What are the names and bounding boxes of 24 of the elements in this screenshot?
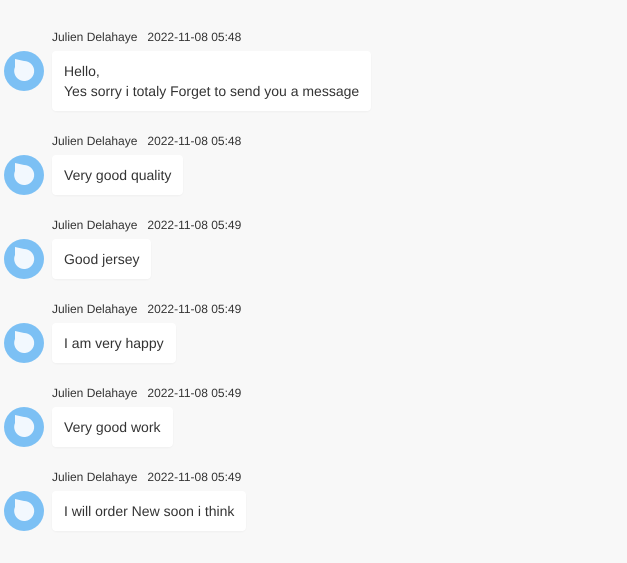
message-bubble: I am very happy (52, 323, 176, 363)
avatar-icon (4, 491, 44, 531)
message-time: 2022-11-08 05:48 (147, 29, 242, 45)
avatar-icon (4, 51, 44, 91)
message-time: 2022-11-08 05:49 (147, 469, 242, 485)
message-time: 2022-11-08 05:49 (147, 385, 242, 401)
sender-name: Julien Delahaye (52, 133, 138, 149)
sender-name: Julien Delahaye (52, 301, 138, 317)
message-bubble: Hello, Yes sorry i totaly Forget to send you a message (52, 51, 372, 111)
sender-name: Julien Delahaye (52, 29, 138, 45)
sender-name: Julien Delahaye (52, 469, 138, 485)
message-time: 2022-11-08 05:49 (147, 217, 242, 233)
message-time: 2022-11-08 05:48 (147, 133, 242, 149)
avatar-icon (4, 239, 44, 279)
avatar-icon (4, 407, 44, 447)
message-bubble: Good jersey (52, 239, 152, 279)
sender-name: Julien Delahaye (52, 385, 138, 401)
message-bubble: I will order New soon i think (52, 491, 246, 531)
message-time: 2022-11-08 05:49 (147, 301, 242, 317)
sender-name: Julien Delahaye (52, 217, 138, 233)
avatar-icon (4, 323, 44, 363)
avatar-icon (4, 155, 44, 195)
message-bubble: Very good work (52, 407, 172, 447)
message-bubble: Very good quality (52, 155, 184, 195)
